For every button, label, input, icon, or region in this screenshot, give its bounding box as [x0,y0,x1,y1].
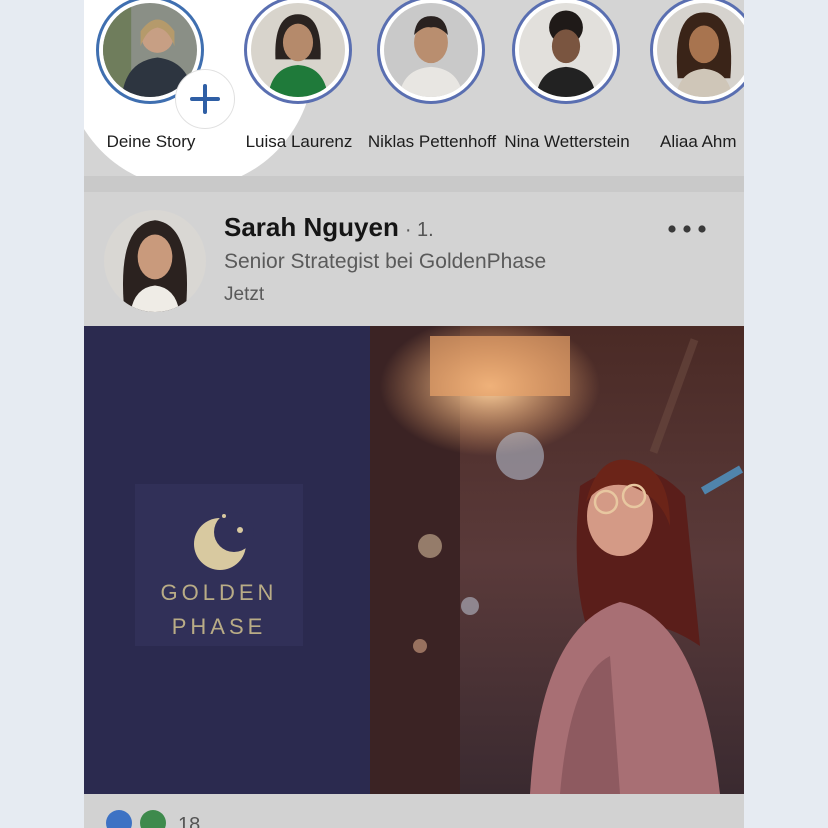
story-name: Deine Story [106,132,196,151]
avatar-photo [251,3,345,97]
connection-degree: · 1. [404,219,434,241]
author-avatar[interactable] [104,210,206,312]
story-avatar[interactable] [244,0,352,104]
story-item[interactable]: Aliaa Ahm [638,0,744,170]
author-headline: Senior Strategist bei GoldenPhase [224,250,547,273]
more-options-icon [668,225,706,233]
more-options-button[interactable] [662,214,712,244]
add-story-button[interactable] [176,70,234,128]
author-name[interactable]: Sarah Nguyen [224,212,399,242]
story-name: Nina Wetterstein [504,132,630,151]
story-item[interactable]: Niklas Pettenhoff [365,0,499,170]
background-right [744,0,828,828]
post-timestamp: Jetzt [224,284,265,305]
story-name: Aliaa Ahm [660,132,737,151]
brand-wordmark-line2: PHASE [171,614,267,639]
plus-icon [190,84,220,114]
story-item[interactable]: Nina Wetterstein [500,0,634,170]
author-avatar-photo [104,210,206,312]
author-line: Sarah Nguyen · 1. [224,212,434,243]
avatar-photo [384,3,478,97]
story-own[interactable]: Deine Story [84,0,234,170]
screen: Deine Story Luisa Laurenz Niklas Pettenh… [0,0,828,828]
story-avatar[interactable] [650,0,744,104]
story-avatar[interactable] [512,0,620,104]
feed-screen: Deine Story Luisa Laurenz Niklas Pettenh… [84,0,744,828]
avatar-photo [657,3,744,97]
moon-logo-icon [182,506,258,582]
brand-wordmark-line1: GOLDEN [160,580,278,605]
story-name: Luisa Laurenz [245,132,353,151]
avatar-photo [519,3,613,97]
brand-panel: GOLDEN PHASE [84,326,370,794]
post-header: Sarah Nguyen · 1. Senior Strategist bei G… [84,192,744,326]
reaction-count[interactable]: 18 [178,814,200,828]
like-reaction-icon [106,810,132,828]
story-name: Niklas Pettenhoff [367,132,497,151]
brand-logo: GOLDEN PHASE [135,484,303,646]
story-avatar[interactable] [377,0,485,104]
story-item[interactable]: Luisa Laurenz [232,0,366,170]
stories-bar: Deine Story Luisa Laurenz Niklas Pettenh… [84,0,744,188]
celebrate-reaction-icon [140,810,166,828]
section-divider [84,176,744,192]
post-photo [370,326,744,794]
background-left [0,0,84,828]
post-media[interactable]: GOLDEN PHASE [84,326,744,794]
reactions-bar[interactable]: 18 [84,794,744,828]
